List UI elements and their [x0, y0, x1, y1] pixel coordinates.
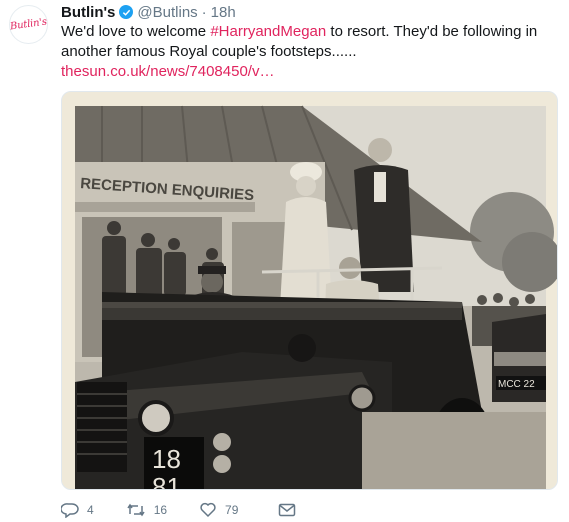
hashtag-link[interactable]: #HarryandMegan — [210, 23, 326, 40]
plate-number-right: MCC 22 — [498, 379, 535, 390]
plate-number-left: 18 — [152, 444, 181, 474]
tweet-timestamp[interactable]: 18h — [211, 4, 236, 21]
reply-icon — [61, 503, 79, 518]
avatar-logo-text: Butlin's — [9, 16, 48, 33]
retweet-icon — [127, 503, 145, 517]
tweet-actions: 4 16 79 — [61, 500, 336, 520]
like-button[interactable]: 79 — [199, 502, 238, 518]
plate-number-left-bottom: 81 — [152, 472, 181, 490]
author-name[interactable]: Butlin's — [61, 4, 115, 21]
heart-icon — [200, 502, 216, 518]
reply-button[interactable]: 4 — [61, 502, 94, 518]
separator-dot: · — [201, 3, 207, 21]
author-handle[interactable]: @Butlins — [137, 4, 197, 21]
like-count: 79 — [225, 503, 239, 517]
avatar[interactable]: Butlin's — [9, 5, 48, 44]
tweet-text: We'd love to welcome #HarryandMegan to r… — [61, 22, 561, 62]
verified-badge-icon — [119, 5, 134, 19]
direct-message-button[interactable] — [278, 503, 304, 517]
article-link[interactable]: thesun.co.uk/news/7408450/v… — [61, 63, 274, 80]
reply-count: 4 — [87, 503, 94, 517]
tweet-text-part: We'd love to welcome — [61, 23, 211, 40]
retweet-count: 16 — [153, 503, 168, 517]
tweet-photo[interactable]: RECEPTION ENQUIRIES 18 81 MCC 22 — [61, 91, 558, 490]
mail-icon — [279, 503, 296, 517]
tweet-header: Butlin's @Butlins · 18h — [61, 2, 236, 22]
vintage-photo-illustration: RECEPTION ENQUIRIES 18 81 MCC 22 — [62, 92, 557, 490]
retweet-button[interactable]: 16 — [126, 502, 167, 518]
